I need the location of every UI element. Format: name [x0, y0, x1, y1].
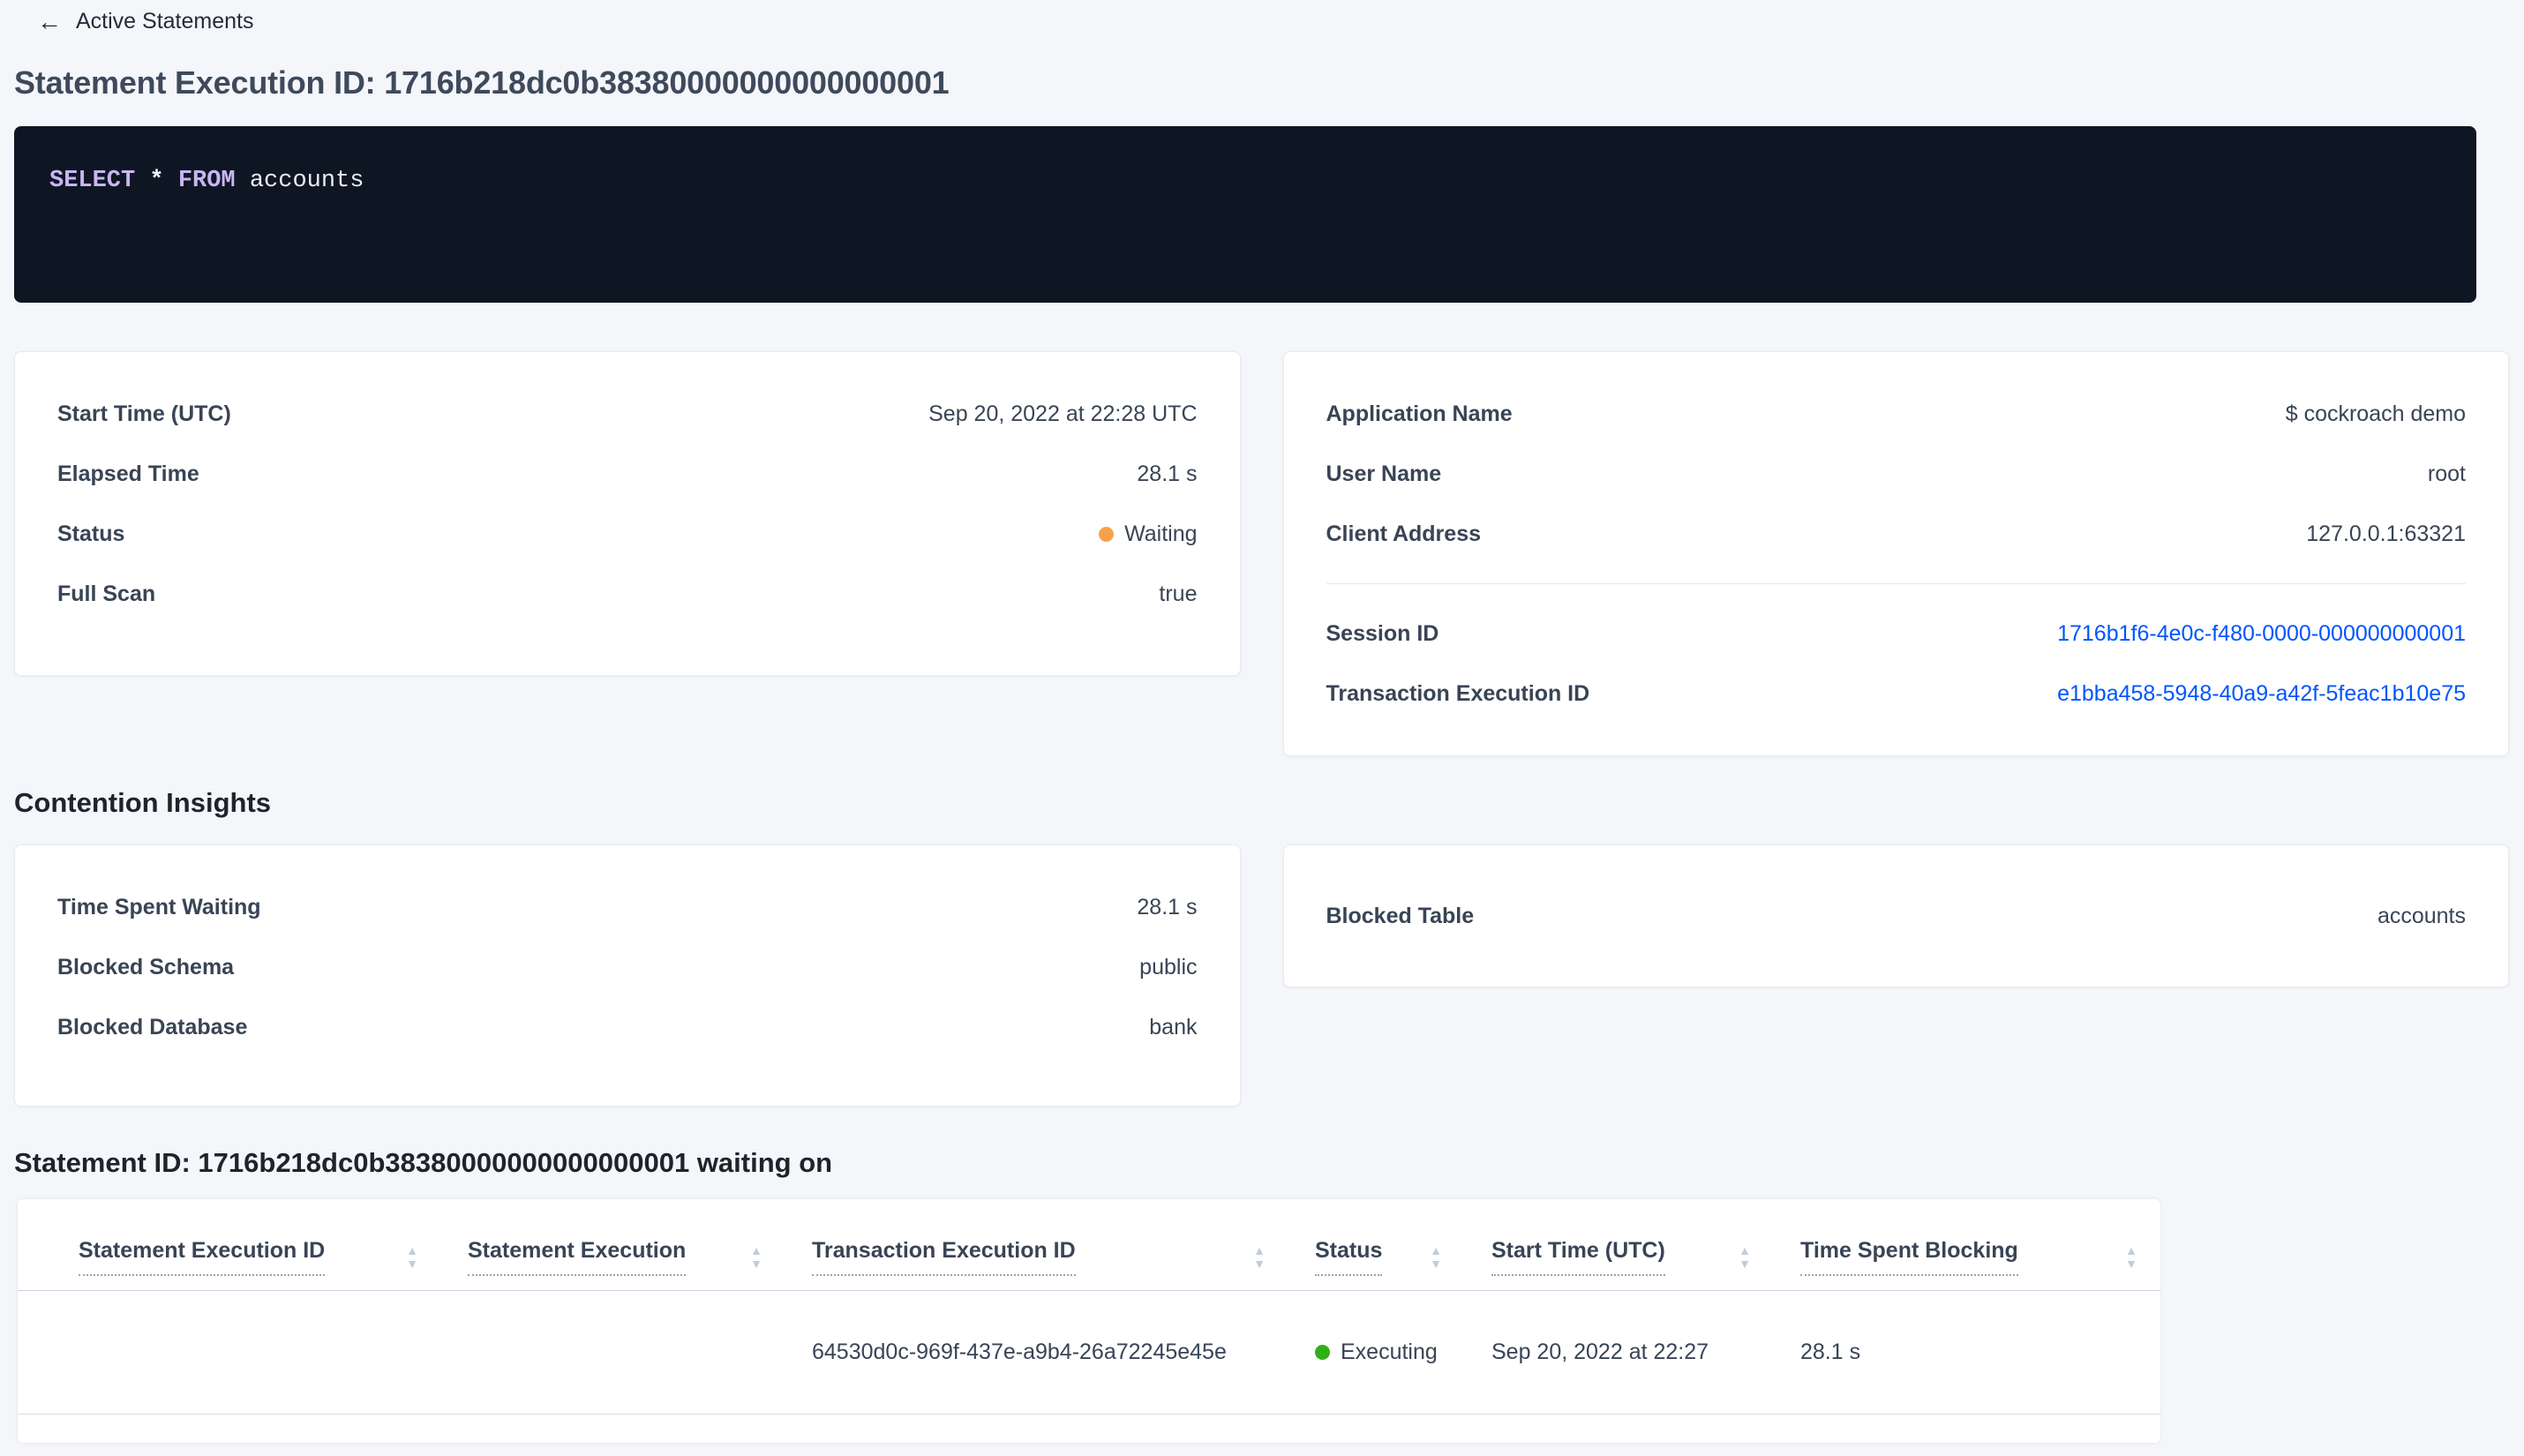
sort-icon: ▲ ▼ [1739, 1242, 1751, 1271]
waiting-on-table-card: Statement Execution ID ▲ ▼ Statement Exec… [18, 1199, 2160, 1443]
cell-statement-execution [441, 1290, 785, 1415]
waiting-on-heading: Statement ID: 1716b218dc0b38380000000000… [14, 1147, 833, 1178]
statement-execution-details-page: ← Active Statements Statement Execution … [0, 0, 2524, 1443]
cell-status: Executing [1288, 1290, 1465, 1415]
user-name-value: root [2427, 462, 2466, 486]
elapsed-time-value: 28.1 s [1137, 462, 1198, 486]
column-header-status[interactable]: Status ▲ ▼ [1288, 1199, 1465, 1291]
column-header-statement-execution[interactable]: Statement Execution ▲ ▼ [441, 1199, 785, 1291]
sort-icon: ▲ ▼ [750, 1242, 762, 1271]
sql-keyword-from: FROM [177, 168, 236, 194]
sql-keyword-select: SELECT [49, 168, 136, 194]
application-name-value: $ cockroach demo [2285, 402, 2466, 426]
blocked-table-row: Blocked Table accounts [1326, 886, 2467, 946]
full-scan-value: true [1159, 582, 1198, 606]
overview-cards-row: Start Time (UTC) Sep 20, 2022 at 22:28 U… [14, 351, 2509, 756]
column-header-transaction-execution-id[interactable]: Transaction Execution ID ▲ ▼ [785, 1199, 1288, 1291]
client-address-label: Client Address [1326, 522, 1482, 546]
blocked-table-label: Blocked Table [1326, 904, 1475, 928]
session-id-label: Session ID [1326, 621, 1439, 646]
sort-icon: ▲ ▼ [1430, 1242, 1442, 1271]
blocked-schema-label: Blocked Schema [57, 955, 235, 979]
full-scan-label: Full Scan [57, 582, 156, 606]
elapsed-time-label: Elapsed Time [57, 462, 199, 486]
sort-icon: ▲ ▼ [2125, 1242, 2137, 1271]
user-name-label: User Name [1326, 462, 1442, 486]
transaction-execution-id-row: Transaction Execution ID e1bba458-5948-4… [1326, 664, 2467, 724]
blocked-database-row: Blocked Database bank [57, 997, 1198, 1057]
column-header-statement-execution-id[interactable]: Statement Execution ID ▲ ▼ [18, 1199, 441, 1291]
user-name-row: User Name root [1326, 444, 2467, 504]
waiting-on-table: Statement Execution ID ▲ ▼ Statement Exec… [18, 1199, 2160, 1415]
blocked-database-label: Blocked Database [57, 1015, 248, 1039]
status-waiting-dot-icon [1099, 526, 1115, 542]
blocked-schema-row: Blocked Schema public [57, 937, 1198, 997]
start-time-value: Sep 20, 2022 at 22:28 UTC [928, 402, 1198, 426]
status-executing-dot-icon [1315, 1345, 1330, 1360]
status-label: Status [57, 522, 125, 546]
blocked-database-value: bank [1149, 1015, 1198, 1039]
time-spent-waiting-label: Time Spent Waiting [57, 895, 261, 919]
transaction-execution-id-label: Transaction Execution ID [1326, 681, 1590, 706]
sort-icon: ▲ ▼ [406, 1242, 418, 1271]
column-header-start-time[interactable]: Start Time (UTC) ▲ ▼ [1465, 1199, 1774, 1291]
cell-transaction-execution-id: 64530d0c-969f-437e-a9b4-26a72245e45e [785, 1290, 1288, 1415]
session-card-divider [1326, 583, 2466, 584]
back-link-label: Active Statements [76, 9, 254, 34]
status-executing-text: Executing [1341, 1340, 1438, 1364]
application-name-label: Application Name [1326, 402, 1513, 426]
client-address-row: Client Address 127.0.0.1:63321 [1326, 504, 2467, 564]
table-row: 64530d0c-969f-437e-a9b4-26a72245e45e Exe… [18, 1290, 2160, 1415]
back-link[interactable]: ← Active Statements [14, 9, 253, 34]
back-arrow-icon: ← [37, 7, 62, 35]
page-title: Statement Execution ID: 1716b218dc0b3838… [14, 64, 950, 101]
elapsed-time-row: Elapsed Time 28.1 s [57, 444, 1198, 504]
full-scan-row: Full Scan true [57, 564, 1198, 624]
application-name-row: Application Name $ cockroach demo [1326, 384, 2467, 444]
time-spent-waiting-value: 28.1 s [1137, 895, 1198, 919]
session-id-row: Session ID 1716b1f6-4e0c-f480-0000-00000… [1326, 604, 2467, 664]
status-value: Waiting [1099, 521, 1198, 547]
sort-icon: ▲ ▼ [1253, 1242, 1266, 1271]
session-info-card: Application Name $ cockroach demo User N… [1282, 351, 2509, 756]
cell-statement-execution-id [18, 1290, 441, 1415]
blocked-schema-value: public [1139, 955, 1198, 979]
table-header-row: Statement Execution ID ▲ ▼ Statement Exec… [18, 1199, 2160, 1291]
session-id-link[interactable]: 1716b1f6-4e0c-f480-0000-000000000001 [2057, 620, 2466, 647]
contention-details-card: Time Spent Waiting 28.1 s Blocked Schema… [14, 844, 1241, 1107]
contention-cards-row: Time Spent Waiting 28.1 s Blocked Schema… [14, 844, 2509, 1107]
sql-statement-box: SELECT * FROM accounts [14, 126, 2476, 303]
client-address-value: 127.0.0.1:63321 [2306, 522, 2466, 546]
sql-star-operator: * [149, 168, 164, 194]
contention-insights-heading: Contention Insights [14, 787, 272, 818]
status-waiting-text: Waiting [1124, 522, 1198, 546]
cell-start-time: Sep 20, 2022 at 22:27 [1465, 1290, 1774, 1415]
statement-overview-card: Start Time (UTC) Sep 20, 2022 at 22:28 U… [14, 351, 1241, 676]
start-time-label: Start Time (UTC) [57, 402, 231, 426]
start-time-row: Start Time (UTC) Sep 20, 2022 at 22:28 U… [57, 384, 1198, 444]
status-row: Status Waiting [57, 504, 1198, 564]
blocked-table-value: accounts [2377, 904, 2466, 928]
cell-time-spent-blocking: 28.1 s [1774, 1290, 2160, 1415]
sql-table-name: accounts [249, 168, 364, 194]
time-spent-waiting-row: Time Spent Waiting 28.1 s [57, 877, 1198, 937]
transaction-execution-id-link[interactable]: e1bba458-5948-40a9-a42f-5feac1b10e75 [2057, 680, 2466, 707]
blocked-table-card: Blocked Table accounts [1282, 844, 2509, 987]
column-header-time-spent-blocking[interactable]: Time Spent Blocking ▲ ▼ [1774, 1199, 2160, 1291]
